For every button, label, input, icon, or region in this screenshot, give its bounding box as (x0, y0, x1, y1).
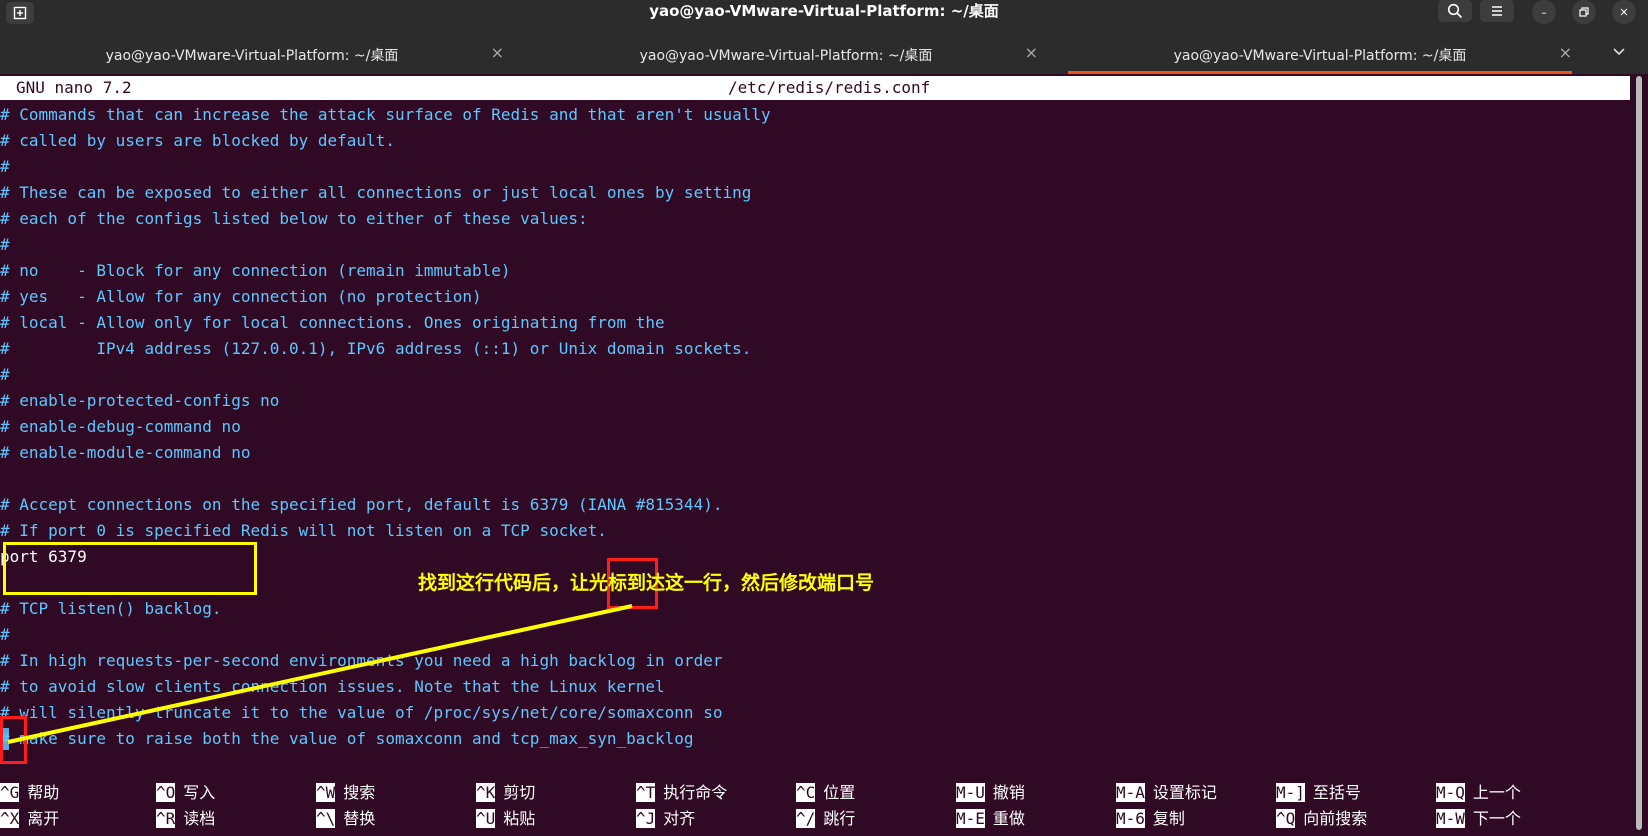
annotation-arrow (7, 604, 633, 744)
annotation-text: 找到这行代码后，让光标到达这一行，然后修改端口号 (418, 572, 875, 594)
